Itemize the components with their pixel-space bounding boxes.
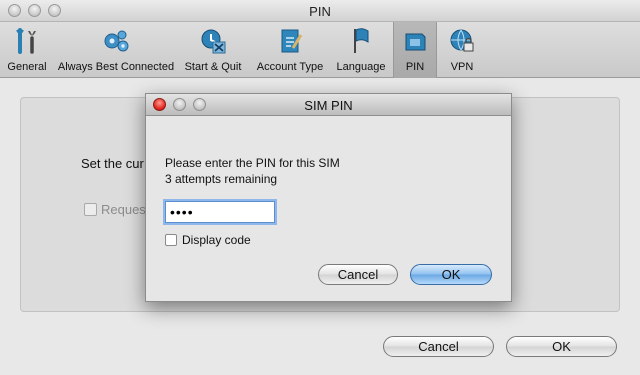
sim-pin-dialog: SIM PIN Please enter the PIN for this SI…	[145, 93, 512, 302]
tab-start-quit[interactable]: Start & Quit	[180, 22, 246, 78]
set-current-pin-label: Set the cur	[81, 156, 144, 171]
tab-general-label: General	[7, 61, 47, 73]
cancel-button[interactable]: Cancel	[383, 336, 494, 357]
display-code-checkbox[interactable]	[165, 234, 177, 246]
tab-start-quit-label: Start & Quit	[184, 61, 242, 73]
account-type-icon	[281, 29, 303, 53]
ok-button[interactable]: OK	[506, 336, 617, 357]
gears-icon	[104, 30, 129, 52]
sim-card-icon	[405, 33, 426, 51]
tab-account-type[interactable]: Account Type	[252, 22, 328, 78]
window-title: PIN	[309, 4, 331, 19]
flag-icon	[354, 28, 369, 53]
dialog-titlebar: SIM PIN	[146, 94, 511, 116]
preferences-toolbar: General Always Best Connected Start & Qu…	[0, 22, 640, 78]
attempts-remaining-text: 3 attempts remaining	[165, 172, 278, 186]
dialog-ok-button[interactable]: OK	[410, 264, 492, 285]
dialog-title: SIM PIN	[304, 98, 353, 113]
tab-always-best-connected[interactable]: Always Best Connected	[56, 22, 176, 78]
window-titlebar: PIN	[0, 0, 640, 22]
display-code-label: Display code	[182, 233, 251, 247]
request-pin-checkbox[interactable]	[84, 203, 97, 216]
general-tools-icon	[16, 28, 36, 54]
globe-lock-icon	[450, 29, 474, 52]
tab-vpn-label: VPN	[450, 61, 474, 73]
start-quit-icon	[201, 29, 226, 54]
tab-general[interactable]: General	[2, 22, 52, 78]
tab-language-label: Language	[336, 61, 386, 73]
tab-language[interactable]: Language	[334, 22, 388, 78]
request-pin-label: Request	[101, 202, 150, 217]
pin-input[interactable]	[165, 201, 275, 223]
pin-prompt-text: Please enter the PIN for this SIM	[165, 156, 340, 170]
tab-account-type-label: Account Type	[256, 61, 324, 73]
tab-vpn[interactable]: VPN	[440, 22, 484, 78]
tab-always-best-connected-label: Always Best Connected	[57, 61, 175, 73]
dialog-cancel-button[interactable]: Cancel	[318, 264, 398, 285]
tab-pin[interactable]: PIN	[393, 22, 437, 78]
tab-pin-label: PIN	[405, 61, 425, 73]
